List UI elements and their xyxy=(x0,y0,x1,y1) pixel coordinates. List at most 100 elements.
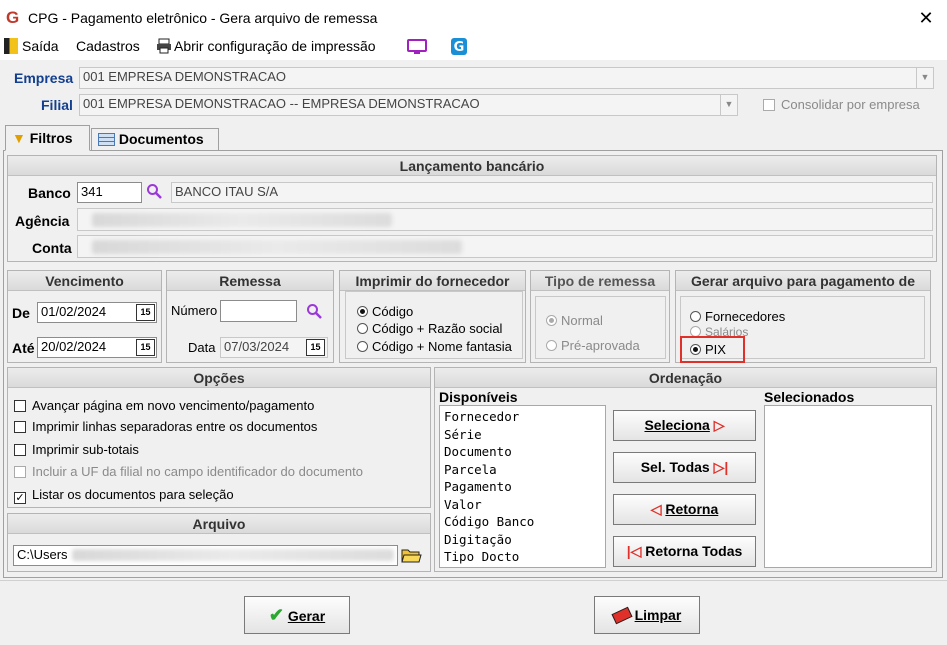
radio-icon xyxy=(357,323,368,334)
tipo-option-label: Pré-aprovada xyxy=(561,338,640,353)
list-item[interactable]: Parcela xyxy=(444,461,601,479)
imprimir-option-label: Código xyxy=(372,304,414,319)
arrow-left-end-icon: |◁ xyxy=(626,543,642,559)
checkbox-icon xyxy=(14,421,26,433)
empresa-value: 001 EMPRESA DEMONSTRACAO xyxy=(83,69,286,84)
exit-door-icon xyxy=(4,38,18,54)
empresa-chevron-down-icon[interactable]: ▼ xyxy=(916,68,933,88)
selecionados-list[interactable] xyxy=(764,405,932,568)
consolidar-checkbox-box xyxy=(763,99,775,111)
checkmark-icon: ✔ xyxy=(268,605,284,625)
calendar-de-icon[interactable]: 15 xyxy=(136,304,155,321)
arquivo-path-value: C:\Users xyxy=(17,547,68,562)
table-icon xyxy=(98,133,115,146)
gerar-button[interactable]: ✔ Gerar xyxy=(244,596,350,634)
checkbox-icon xyxy=(14,444,26,456)
lancamento-header: Lançamento bancário xyxy=(8,156,936,176)
opcao-incluir-uf[interactable]: Incluir a UF da filial no campo identifi… xyxy=(14,464,363,479)
opcao-label: Imprimir linhas separadoras entre os doc… xyxy=(32,419,318,434)
list-item[interactable]: Digitação xyxy=(444,531,601,549)
limpar-label: Limpar xyxy=(634,607,682,623)
radio-icon xyxy=(546,340,557,351)
imprimir-header: Imprimir do fornecedor xyxy=(340,271,525,291)
banco-label: Banco xyxy=(28,185,71,201)
tipo-normal-radio[interactable]: Normal xyxy=(546,313,603,328)
remessa-search-icon[interactable] xyxy=(306,303,322,322)
monitor-icon[interactable] xyxy=(407,39,427,56)
folder-open-icon[interactable] xyxy=(400,545,422,565)
saida-label: Saída xyxy=(22,38,59,54)
window-title: CPG - Pagamento eletrônico - Gera arquiv… xyxy=(28,10,378,26)
imprimir-option-codigo[interactable]: Código xyxy=(357,304,413,319)
gerar-fornecedores-radio[interactable]: Fornecedores xyxy=(690,309,785,324)
consolidar-checkbox[interactable]: Consolidar por empresa xyxy=(763,97,920,112)
list-item[interactable]: Tipo Docto xyxy=(444,548,601,566)
sel-todas-button[interactable]: Sel. Todas ▷| xyxy=(613,452,756,483)
imprimir-option-label: Código + Razão social xyxy=(372,321,503,336)
arquivo-header: Arquivo xyxy=(8,514,430,534)
list-item[interactable]: Série xyxy=(444,426,601,444)
limpar-button[interactable]: Limpar xyxy=(594,596,700,634)
filial-combo[interactable]: 001 EMPRESA DEMONSTRACAO -- EMPRESA DEMO… xyxy=(79,94,738,116)
gerar-arquivo-header: Gerar arquivo para pagamento de xyxy=(676,271,930,291)
empresa-combo[interactable]: 001 EMPRESA DEMONSTRACAO xyxy=(79,67,934,89)
opcoes-header: Opções xyxy=(8,368,430,388)
opcao-avancar-pagina[interactable]: Avançar página em novo vencimento/pagame… xyxy=(14,398,314,413)
opcao-label: Incluir a UF da filial no campo identifi… xyxy=(32,464,363,479)
saida-button[interactable]: Saída xyxy=(4,38,59,54)
opcao-sub-totais[interactable]: Imprimir sub-totais xyxy=(14,442,139,457)
tab-filtros-label: Filtros xyxy=(29,130,73,146)
gerar-option-label: PIX xyxy=(705,342,726,357)
tipo-remessa-header: Tipo de remessa xyxy=(531,271,669,291)
close-button[interactable]: ✕ xyxy=(912,6,940,30)
tab-documentos[interactable]: Documentos xyxy=(91,128,219,151)
opcao-listar-documentos[interactable]: ✓ Listar os documentos para seleção xyxy=(14,487,234,504)
consolidar-label: Consolidar por empresa xyxy=(781,97,920,112)
imprimir-option-fantasia[interactable]: Código + Nome fantasia xyxy=(357,339,512,354)
arrow-right-icon: ▷ xyxy=(713,417,725,433)
filial-chevron-down-icon[interactable]: ▼ xyxy=(720,95,737,115)
seleciona-button[interactable]: Seleciona ▷ xyxy=(613,410,756,441)
tab-filtros[interactable]: ▼ Filtros xyxy=(5,125,90,151)
retorna-todas-label: Retorna Todas xyxy=(645,543,743,559)
remessa-header: Remessa xyxy=(167,271,333,291)
selecionados-label: Selecionados xyxy=(764,389,855,405)
abrir-config-impressao-button[interactable]: Abrir configuração de impressão xyxy=(156,38,376,54)
arrow-right-end-icon: ▷| xyxy=(713,459,729,475)
calendar-ate-icon[interactable]: 15 xyxy=(136,339,155,356)
list-item[interactable]: Código Banco xyxy=(444,513,601,531)
ate-label: Até xyxy=(12,340,35,356)
list-item[interactable]: Fornecedor xyxy=(444,408,601,426)
filial-value: 001 EMPRESA DEMONSTRACAO -- EMPRESA DEMO… xyxy=(83,96,480,111)
cadastros-menu[interactable]: Cadastros xyxy=(76,38,140,54)
banco-code-input[interactable]: 341 xyxy=(77,182,142,203)
ordenacao-header: Ordenação xyxy=(435,368,936,388)
checkbox-icon xyxy=(14,400,26,412)
opcao-label: Avançar página em novo vencimento/pagame… xyxy=(32,398,315,413)
list-item[interactable]: Valor xyxy=(444,496,601,514)
radio-icon xyxy=(357,341,368,352)
retorna-button[interactable]: ◁ Retorna xyxy=(613,494,756,525)
agencia-label: Agência xyxy=(15,213,70,229)
imprimir-option-razao[interactable]: Código + Razão social xyxy=(357,321,502,336)
gerar-pix-radio[interactable]: PIX xyxy=(690,342,726,357)
app-g-icon[interactable]: G xyxy=(450,37,468,56)
radio-icon xyxy=(546,315,557,326)
remessa-numero-input[interactable] xyxy=(220,300,297,322)
radio-icon xyxy=(690,344,701,355)
calendar-data-icon[interactable]: 15 xyxy=(306,339,325,356)
de-label: De xyxy=(12,305,30,321)
opcao-linhas-separadoras[interactable]: Imprimir linhas separadoras entre os doc… xyxy=(14,419,317,434)
list-item[interactable]: Pagamento xyxy=(444,478,601,496)
banco-search-icon[interactable] xyxy=(146,183,162,202)
conta-redacted xyxy=(92,240,462,254)
conta-label: Conta xyxy=(32,240,72,256)
numero-label: Número xyxy=(171,303,218,318)
abrir-config-label: Abrir configuração de impressão xyxy=(174,38,376,54)
checkbox-icon xyxy=(14,466,26,478)
tipo-preaprovada-radio[interactable]: Pré-aprovada xyxy=(546,338,640,353)
retorna-todas-button[interactable]: |◁ Retorna Todas xyxy=(613,536,756,567)
disponiveis-list[interactable]: Fornecedor Série Documento Parcela Pagam… xyxy=(439,405,606,568)
list-item[interactable]: Documento xyxy=(444,443,601,461)
empresa-label: Empresa xyxy=(14,70,74,86)
